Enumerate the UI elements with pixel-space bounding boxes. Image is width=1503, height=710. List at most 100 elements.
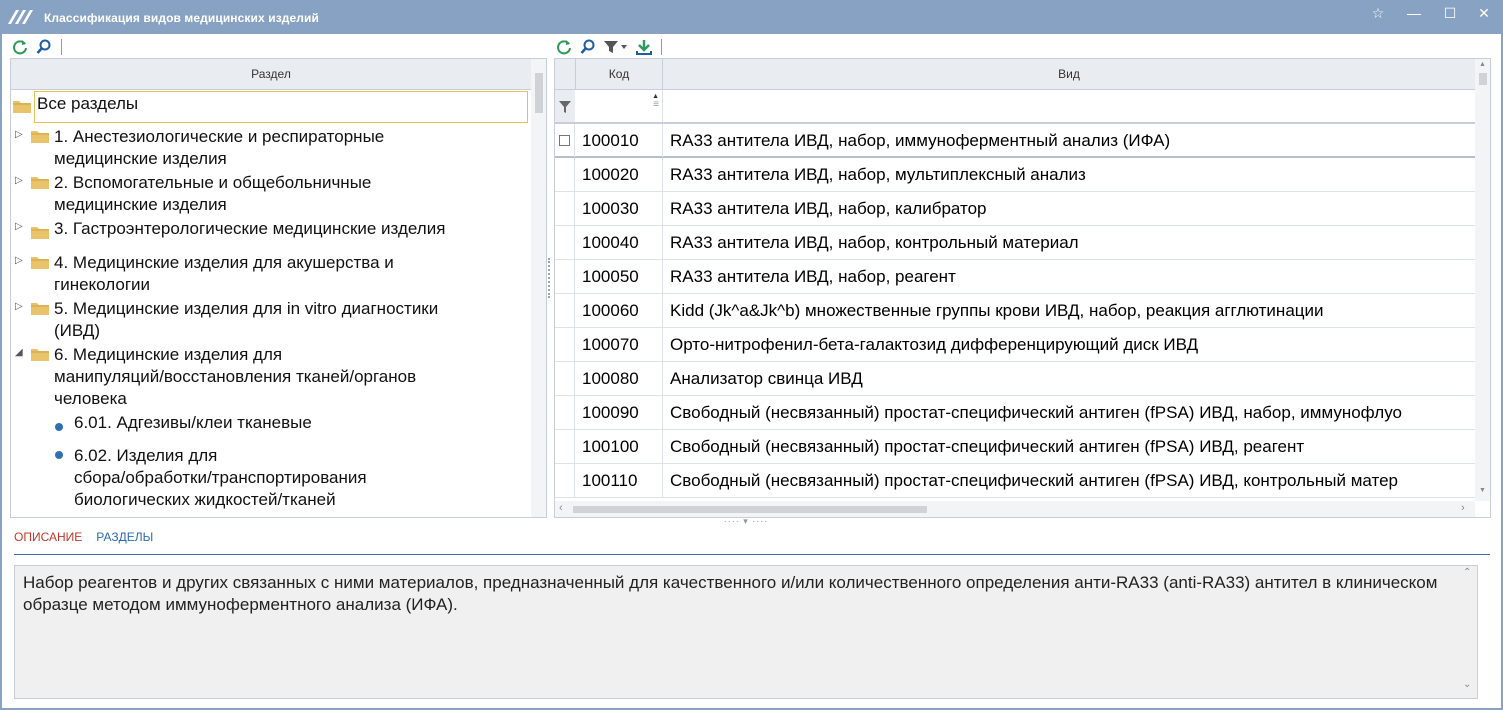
download-icon[interactable]	[634, 37, 654, 57]
folder-icon	[31, 227, 49, 239]
filter-input-name[interactable]	[663, 90, 1475, 122]
table-row[interactable]: 100050 RA33 антитела ИВД, набор, реагент	[555, 260, 1475, 294]
scroll-right-icon[interactable]: ›	[1461, 502, 1465, 514]
table-row[interactable]: 100010 RA33 антитела ИВД, набор, иммунофе…	[555, 124, 1475, 158]
tree-item-section-6[interactable]: 6. Медицинские изделия для манипуляций/в…	[54, 344, 416, 410]
scroll-down-icon[interactable]: ▼	[1479, 487, 1486, 494]
table-row[interactable]: 100100 Свободный (несвязанный) простат-сп…	[555, 430, 1475, 464]
column-header-code[interactable]: Код ▲	[575, 59, 663, 100]
cell-name: RA33 антитела ИВД, набор, иммуноферментн…	[670, 131, 1171, 150]
table-row[interactable]: 100090 Свободный (несвязанный) простат-сп…	[555, 396, 1475, 430]
vertical-splitter[interactable]	[548, 258, 552, 298]
table-row[interactable]: 100070 Орто-нитрофенил-бета-галактозид ди…	[555, 328, 1475, 362]
search-icon[interactable]	[34, 37, 54, 57]
tree-item-label-line2: (ИВД)	[54, 321, 101, 340]
row-selector[interactable]	[555, 192, 575, 225]
row-selector[interactable]	[555, 396, 575, 429]
filter-operator-icon[interactable]: ≡	[653, 99, 659, 110]
table-row[interactable]: 100040 RA33 антитела ИВД, набор, контроль…	[555, 226, 1475, 260]
table-row[interactable]: 100020 RA33 антитела ИВД, набор, мультипл…	[555, 158, 1475, 192]
scroll-up-icon[interactable]: ⌃	[1463, 567, 1471, 578]
title-bar: Классификация видов медицинских изделий …	[0, 0, 1503, 34]
row-selector[interactable]	[555, 124, 575, 157]
tree-vertical-scrollbar[interactable]	[531, 59, 546, 517]
minimize-button[interactable]: —	[1402, 4, 1426, 22]
row-selector[interactable]	[555, 158, 575, 191]
checkbox-icon[interactable]	[559, 135, 570, 146]
expand-arrow-icon[interactable]: ▷	[15, 129, 23, 140]
grid-corner	[555, 59, 575, 90]
tab-description[interactable]: ОПИСАНИЕ	[14, 530, 82, 550]
row-selector[interactable]	[555, 464, 575, 497]
horizontal-splitter[interactable]: ···· ▾ ····	[716, 516, 776, 526]
tree-item-section-2[interactable]: 2. Вспомогательные и общебольничные меди…	[54, 172, 371, 216]
table-row[interactable]: 100030 RA33 антитела ИВД, набор, калибрат…	[555, 192, 1475, 226]
tree-item-section-5[interactable]: 5. Медицинские изделия для in vitro диаг…	[54, 298, 438, 342]
types-grid-panel: Код ▲ Вид ≡ 100010 RA33 антитела ИВД, наб…	[554, 58, 1491, 518]
close-button[interactable]: ✕	[1472, 4, 1496, 22]
expand-arrow-icon[interactable]: ▷	[15, 175, 23, 186]
toolbar-separator	[61, 39, 62, 55]
scroll-up-icon[interactable]: ▲	[1479, 61, 1486, 68]
column-header-label: Код	[608, 67, 630, 81]
search-icon[interactable]	[578, 37, 598, 57]
cell-name: Свободный (несвязанный) простат-специфич…	[670, 471, 1399, 490]
cell-name: Орто-нитрофенил-бета-галактозид дифферен…	[670, 335, 1199, 354]
tree-item-section-4[interactable]: 4. Медицинские изделия для акушерства и …	[54, 252, 394, 296]
expand-arrow-icon[interactable]: ▷	[15, 221, 23, 232]
tree-item-section-3[interactable]: 3. Гастроэнтерологические медицинские из…	[54, 218, 445, 240]
cell-name: Свободный (несвязанный) простат-специфич…	[670, 437, 1305, 456]
table-row[interactable]: 100080 Анализатор свинца ИВД	[555, 362, 1475, 396]
maximize-button[interactable]: ☐	[1438, 4, 1462, 22]
row-selector[interactable]	[555, 362, 575, 395]
row-selector[interactable]	[555, 226, 575, 259]
column-header-name[interactable]: Вид	[663, 59, 1475, 90]
tree-item-section-6-01[interactable]: 6.01. Адгезивы/клеи тканевые	[74, 412, 312, 434]
scrollbar-thumb[interactable]	[1479, 73, 1487, 85]
filter-row-indicator	[555, 90, 575, 122]
tree-item-label-line2: медицинские изделия	[54, 195, 227, 214]
grid-vertical-scrollbar[interactable]: ▲ ▼	[1475, 59, 1490, 501]
refresh-icon[interactable]	[554, 37, 574, 57]
row-selector[interactable]	[555, 260, 575, 293]
tab-sections[interactable]: РАЗДЕЛЫ	[96, 530, 153, 550]
filter-dropdown-icon[interactable]	[602, 37, 630, 57]
tree-item-all-sections[interactable]: Все разделы	[34, 91, 528, 123]
cell-code: 100040	[575, 226, 663, 259]
table-row[interactable]: 100060 Kidd (Jk^a&Jk^b) множественные гру…	[555, 294, 1475, 328]
row-selector[interactable]	[555, 430, 575, 463]
favorite-star-icon[interactable]: ☆	[1366, 4, 1390, 22]
tree-item-label: 1. Анестезиологические и респираторные	[54, 127, 385, 146]
row-selector[interactable]	[555, 294, 575, 327]
cell-code: 100060	[575, 294, 663, 327]
filter-input-code[interactable]: ≡	[575, 90, 663, 122]
tabs-underline	[14, 554, 1490, 555]
refresh-icon[interactable]	[10, 37, 30, 57]
row-selector[interactable]	[555, 328, 575, 361]
description-scrollbar[interactable]: ⌃ ⌄	[1460, 567, 1476, 697]
folder-icon	[31, 177, 49, 189]
window-title: Классификация видов медицинских изделий	[44, 11, 319, 25]
sections-tree-panel: Раздел Все разделы ▷ 1. Анестезиологичес…	[10, 58, 547, 518]
cell-name: RA33 антитела ИВД, набор, мультиплексный…	[670, 165, 1086, 184]
app-logo-icon	[8, 10, 33, 24]
table-row[interactable]: 100110 Свободный (несвязанный) простат-сп…	[555, 464, 1475, 498]
scroll-down-icon[interactable]: ⌄	[1463, 679, 1471, 690]
grid-horizontal-scrollbar[interactable]: ‹ ›	[555, 501, 1475, 517]
tree-item-label: 4. Медицинские изделия для акушерства и	[54, 253, 394, 272]
scrollbar-thumb[interactable]	[535, 73, 543, 113]
cell-code: 100050	[575, 260, 663, 293]
cell-name: RA33 антитела ИВД, набор, реагент	[670, 267, 956, 286]
tree-item-label: 5. Медицинские изделия для in vitro диаг…	[54, 299, 439, 318]
tree-item-label: 6.02. Изделия для	[74, 446, 218, 465]
expand-arrow-icon[interactable]: ▷	[15, 301, 23, 312]
right-toolbar	[554, 36, 662, 58]
scrollbar-thumb[interactable]	[573, 506, 927, 513]
description-text: Набор реагентов и других связанных с ним…	[14, 565, 1478, 699]
expand-arrow-icon[interactable]: ▷	[15, 255, 23, 266]
tree-item-section-1[interactable]: 1. Анестезиологические и респираторные м…	[54, 126, 384, 170]
tree-item-section-6-02[interactable]: 6.02. Изделия для сбора/обработки/трансп…	[74, 445, 367, 511]
collapse-arrow-icon[interactable]: ◢	[15, 347, 23, 358]
scroll-left-icon[interactable]: ‹	[559, 502, 563, 514]
grid-body: 100010 RA33 антитела ИВД, набор, иммунофе…	[555, 124, 1475, 498]
